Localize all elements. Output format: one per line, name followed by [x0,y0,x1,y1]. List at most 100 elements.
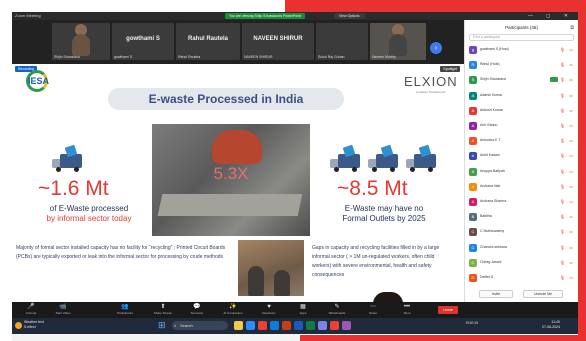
share-screen-button[interactable]: ⬆ Share Screen [148,303,178,316]
teams-icon[interactable] [318,321,327,330]
weather-widget[interactable]: Weather text S.elfect [24,320,44,330]
windows-start-icon[interactable]: ⊞ [158,321,167,330]
stat-desc-line: Formal Outlets by 2025 [342,214,426,223]
ai-companion-button[interactable]: ✨ AI Companion [218,303,248,316]
app-icon[interactable] [330,321,339,330]
edge-icon[interactable] [270,321,279,330]
participant-row[interactable]: C Chirag Jasani 🎙 ▭ [469,258,575,268]
video-off-icon[interactable]: ▭ [569,260,573,265]
video-off-icon[interactable]: ▭ [569,199,573,204]
muted-mic-icon[interactable]: 🎙 [560,214,565,219]
video-off-icon[interactable]: ▭ [569,108,573,113]
video-off-icon[interactable]: ▭ [569,275,573,280]
unmute-button[interactable]: 🎤 Unmute [16,303,46,316]
participant-row[interactable]: A Archana Nair 🎙 ▭ [469,182,575,192]
muted-mic-icon[interactable]: 🎙 [560,169,565,174]
muted-mic-icon[interactable]: 🎙 [560,123,565,128]
muted-mic-icon[interactable]: 🎙 [560,93,565,98]
view-options-button[interactable]: View Options [334,13,365,19]
participant-row[interactable]: A Anirudha K T 🎙 ▭ [469,136,575,146]
toolbar-label: Notes [369,311,377,315]
notes-button[interactable]: ⋯ Notes [358,303,388,316]
muted-mic-icon[interactable]: 🎙 [560,245,565,250]
photo-frame-right [578,0,586,341]
muted-mic-icon[interactable]: 🎙 [560,153,565,158]
toolbar-label: Reactions [262,311,276,315]
video-off-icon[interactable]: ▭ [569,93,573,98]
participant-row[interactable]: g gowthami S (Host) 🎙 ▭ [469,45,575,55]
stat-informal-description: of E-Waste processed by informal sector … [20,204,158,224]
reactions-button[interactable]: ♥ Reactions [254,303,284,316]
toolbar-label: Share Screen [153,311,173,315]
video-off-icon[interactable]: ▭ [569,229,573,234]
participant-row[interactable]: R Rahul (Host) 🎙 ▭ [469,60,575,70]
participants-button[interactable]: 👥 Participants [110,303,140,316]
video-off-icon[interactable]: ▭ [569,77,573,82]
muted-mic-icon[interactable]: 🎙 [560,77,565,82]
participant-row[interactable]: CC Muthuswamy 🎙 ▭ [469,227,575,237]
participant-row[interactable]: C Chandra sekhara 🎙 ▭ [469,243,575,253]
thumbnail-video-1[interactable]: Shijin Srivastava [52,23,110,60]
summary-button[interactable]: 💬 Summary [182,303,212,316]
muted-mic-icon[interactable]: 🎙 [560,138,565,143]
weather-icon[interactable] [15,322,22,329]
video-off-icon[interactable]: ▭ [569,138,573,143]
popout-icon[interactable]: ⧉ [570,25,574,31]
video-off-icon[interactable]: ▭ [569,184,573,189]
participant-row[interactable]: A Archana Sharma 🎙 ▭ [469,197,575,207]
system-tray[interactable]: ENG IN [466,321,478,326]
chrome-icon[interactable] [258,321,267,330]
zoom-app-icon[interactable] [246,321,255,330]
video-off-icon[interactable]: ▭ [569,62,573,67]
participant-row[interactable]: A Ankit Kadam 🎙 ▭ [469,151,575,161]
whiteboards-button[interactable]: ✎ Whiteboards [322,303,352,316]
thumbnail-video-3[interactable]: Rahul Rautela Rahul Rautela [176,23,240,60]
participant-search-input[interactable]: Find a participant [469,34,574,41]
muted-mic-icon[interactable]: 🎙 [560,62,565,67]
participant-row[interactable]: B Babitha 🎙 ▭ [469,212,575,222]
participant-row[interactable]: A Adarsh Kumar 🎙 ▭ [469,91,575,101]
taskbar-clock[interactable]: 11:40 27-06-2024 [542,320,560,330]
video-off-icon[interactable]: ▭ [569,153,573,158]
participant-row[interactable]: A Anuppa Bafiyah 🎙 ▭ [469,167,575,177]
participant-row[interactable]: S Shijin Srivastava 🎙 ▭ [469,75,575,85]
muted-mic-icon[interactable]: 🎙 [560,47,565,52]
muted-mic-icon[interactable]: 🎙 [560,260,565,265]
muted-mic-icon[interactable]: 🎙 [560,108,565,113]
apps-button[interactable]: ▦ Apps [288,303,318,316]
toolbar-label: Apps [299,311,307,315]
file-explorer-icon[interactable] [234,321,243,330]
video-off-icon[interactable]: ▭ [569,245,573,250]
video-off-icon[interactable]: ▭ [569,169,573,174]
muted-mic-icon[interactable]: 🎙 [560,199,565,204]
more-button[interactable]: ••• More [392,303,422,316]
thumbnail-video-2[interactable]: gowthami S gowthami S [112,23,174,60]
video-off-icon[interactable]: ▭ [569,47,573,52]
participant-row[interactable]: A Ankush Kumar 🎙 ▭ [469,106,575,116]
next-page-arrow-icon[interactable]: › [430,42,442,54]
app-icon[interactable] [342,321,351,330]
leave-button[interactable]: Leave [438,306,458,314]
window-controls[interactable]: — ◻ ✕ [528,12,574,20]
thumbnail-video-5[interactable]: Sukul Raj Guhan [316,23,368,60]
unmute-me-button[interactable]: Unmute Me [523,290,563,298]
excel-icon[interactable] [306,321,315,330]
app-title: Zoom Meeting [15,13,41,18]
muted-mic-icon[interactable]: 🎙 [560,275,565,280]
start-video-button[interactable]: 📹 Start Video [48,303,78,316]
word-icon[interactable] [294,321,303,330]
participant-row[interactable]: D Delifet S 🎙 ▭ [469,273,575,283]
muted-mic-icon[interactable]: 🎙 [560,229,565,234]
powerpoint-icon[interactable] [282,321,291,330]
thumbnail-video-6[interactable]: Naveen Murthy [370,23,426,60]
participant-row[interactable]: A Anil Vishnu 🎙 ▭ [469,121,575,131]
stat-no-formal-description: E-Waste may have no Formal Outlets by 20… [321,204,447,224]
share-screen-icon: ⬆ [160,304,166,310]
avatar: C [469,228,477,237]
taskbar-search-input[interactable]: ⌕ Search [172,321,228,330]
thumbnail-video-4[interactable]: NAVEEN SHIRUR NAVEEN SHIRUR [242,23,314,60]
invite-button[interactable]: Invite [479,290,513,298]
muted-mic-icon[interactable]: 🎙 [560,184,565,189]
video-off-icon[interactable]: ▭ [569,123,573,128]
video-off-icon[interactable]: ▭ [569,214,573,219]
